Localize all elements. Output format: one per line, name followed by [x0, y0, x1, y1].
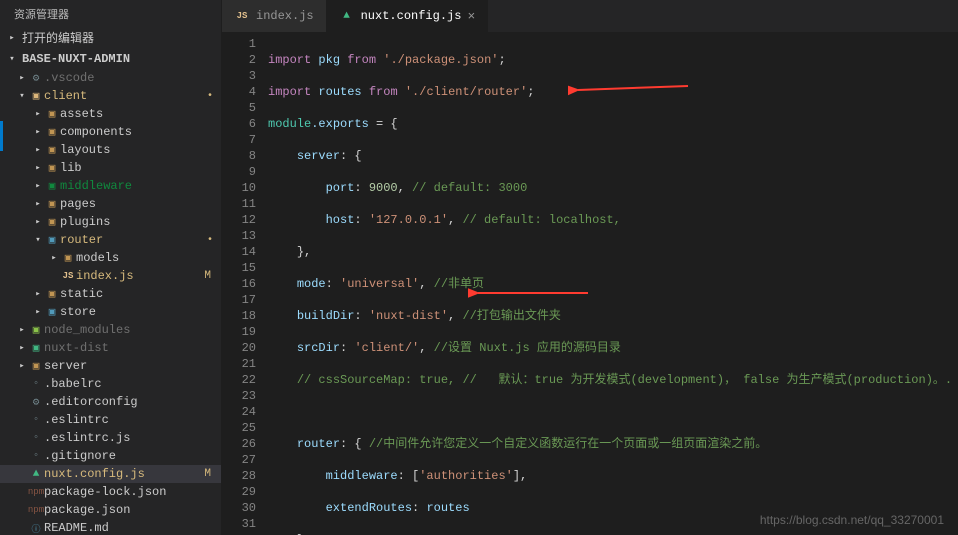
- nuxt-file-icon: ▲: [28, 468, 44, 480]
- tree-file-nuxtconfig[interactable]: ▲nuxt.config.jsM: [0, 465, 221, 483]
- folder-icon: ▣: [44, 107, 60, 121]
- nuxt-file-icon: ▲: [339, 10, 355, 22]
- folder-icon: ▣: [44, 305, 60, 319]
- json-file-icon: npm: [28, 505, 44, 515]
- folder-icon: ▣: [44, 161, 60, 175]
- folder-icon: ▣: [28, 359, 44, 373]
- file-icon: ◦: [28, 432, 44, 444]
- folder-icon: ▣: [44, 287, 60, 301]
- root-folder[interactable]: ▾ BASE-NUXT-ADMIN: [0, 49, 221, 69]
- folder-icon: ▣: [44, 215, 60, 229]
- js-file-icon: JS: [60, 271, 76, 281]
- tree-folder-assets[interactable]: ▸▣assets: [0, 105, 221, 123]
- file-icon: ◦: [28, 450, 44, 462]
- folder-icon: ▣: [28, 341, 44, 355]
- tree-folder-lib[interactable]: ▸▣lib: [0, 159, 221, 177]
- tree-file-eslintrcjs[interactable]: ◦.eslintrc.js: [0, 429, 221, 447]
- code-content[interactable]: import pkg from './package.json'; import…: [268, 32, 958, 535]
- tree-file-babelrc[interactable]: ◦.babelrc: [0, 375, 221, 393]
- tab-indexjs[interactable]: JS index.js: [222, 0, 327, 32]
- tree-folder-store[interactable]: ▸▣store: [0, 303, 221, 321]
- tree-folder-components[interactable]: ▸▣components: [0, 123, 221, 141]
- file-icon: ◦: [28, 414, 44, 426]
- tree-folder-nodemodules[interactable]: ▸▣node_modules: [0, 321, 221, 339]
- js-file-icon: JS: [234, 11, 250, 21]
- tree-folder-client[interactable]: ▾▣client•: [0, 87, 221, 105]
- editor-area: JS index.js ▲ nuxt.config.js × 123456789…: [222, 0, 958, 535]
- tree-file-indexjs[interactable]: JSindex.jsM: [0, 267, 221, 285]
- chevron-down-icon: ▾: [6, 54, 18, 64]
- tree-file-editorconfig[interactable]: ⚙.editorconfig: [0, 393, 221, 411]
- chevron-right-icon: ▸: [6, 33, 18, 43]
- tree-file-gitignore[interactable]: ◦.gitignore: [0, 447, 221, 465]
- file-icon: ◦: [28, 378, 44, 390]
- tree-folder-layouts[interactable]: ▸▣layouts: [0, 141, 221, 159]
- tree-folder-models[interactable]: ▸▣models: [0, 249, 221, 267]
- watermark: https://blog.csdn.net/qq_33270001: [760, 513, 944, 527]
- tree-file-pkglock[interactable]: npmpackage-lock.json: [0, 483, 221, 501]
- tree-folder-middleware[interactable]: ▸▣middleware: [0, 177, 221, 195]
- folder-icon: ⚙: [28, 71, 44, 85]
- tree-folder-plugins[interactable]: ▸▣plugins: [0, 213, 221, 231]
- tree-folder-nuxtdist[interactable]: ▸▣nuxt-dist: [0, 339, 221, 357]
- folder-icon: ▣: [44, 197, 60, 211]
- tree-file-eslintrc[interactable]: ◦.eslintrc: [0, 411, 221, 429]
- folder-icon: ▣: [60, 251, 76, 265]
- folder-icon: ▣: [44, 125, 60, 139]
- tree-folder-pages[interactable]: ▸▣pages: [0, 195, 221, 213]
- tree-folder-static[interactable]: ▸▣static: [0, 285, 221, 303]
- folder-icon: ▣: [44, 143, 60, 157]
- open-editors-section[interactable]: ▸ 打开的编辑器: [0, 26, 221, 49]
- folder-open-icon: ▣: [44, 233, 60, 247]
- json-file-icon: npm: [28, 487, 44, 497]
- folder-open-icon: ▣: [28, 89, 44, 103]
- tree-file-readme[interactable]: ⓘREADME.md: [0, 519, 221, 535]
- close-icon[interactable]: ×: [467, 9, 475, 24]
- line-gutter: 1234567891011121314151617181920212223242…: [222, 32, 268, 535]
- file-icon: ⚙: [28, 395, 44, 409]
- tree-folder-vscode[interactable]: ▸⚙.vscode: [0, 69, 221, 87]
- tab-nuxtconfig[interactable]: ▲ nuxt.config.js ×: [327, 0, 489, 32]
- tree-file-pkg[interactable]: npmpackage.json: [0, 501, 221, 519]
- tab-bar: JS index.js ▲ nuxt.config.js ×: [222, 0, 958, 32]
- explorer-sidebar: 资源管理器 ▸ 打开的编辑器 ▾ BASE-NUXT-ADMIN ▸⚙.vsco…: [0, 0, 222, 535]
- code-editor[interactable]: 1234567891011121314151617181920212223242…: [222, 32, 958, 535]
- folder-icon: ▣: [28, 323, 44, 337]
- folder-icon: ▣: [44, 179, 60, 193]
- file-tree: ▸⚙.vscode ▾▣client• ▸▣assets ▸▣component…: [0, 69, 221, 535]
- tree-folder-router[interactable]: ▾▣router•: [0, 231, 221, 249]
- explorer-title: 资源管理器: [0, 0, 221, 26]
- tree-folder-server[interactable]: ▸▣server: [0, 357, 221, 375]
- md-file-icon: ⓘ: [28, 522, 44, 535]
